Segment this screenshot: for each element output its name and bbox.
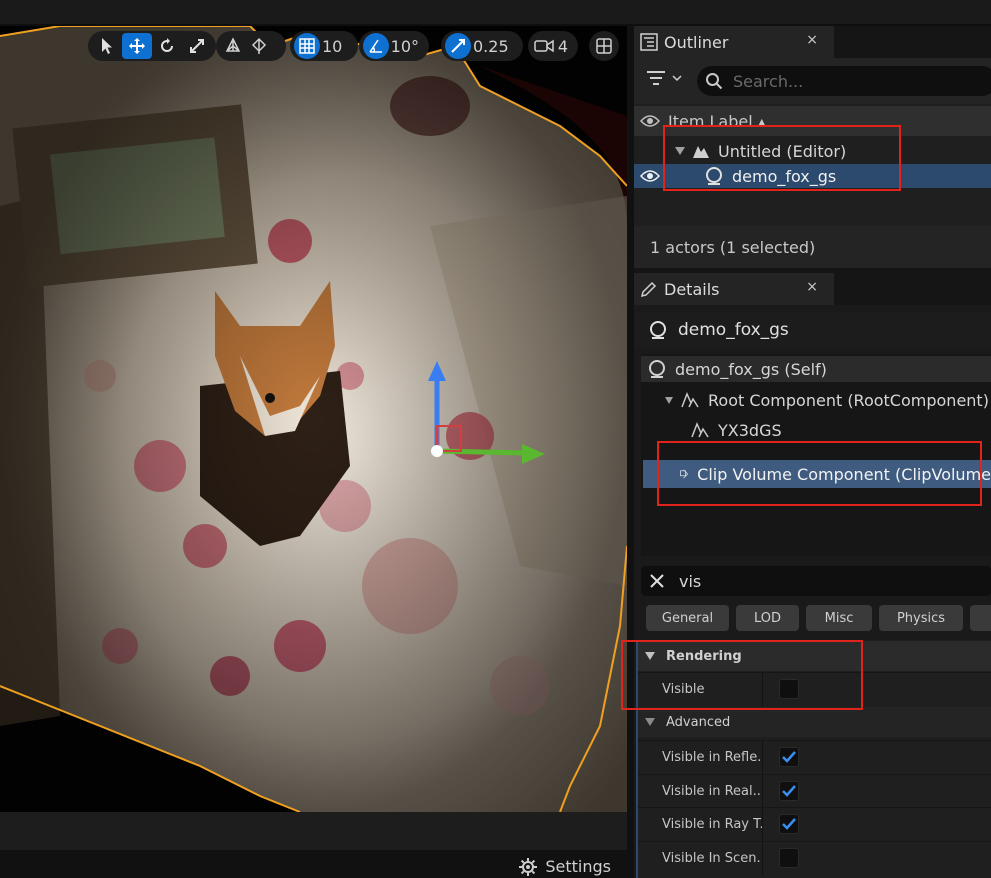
viewport-layout-button[interactable] xyxy=(589,31,619,61)
settings-label: Settings xyxy=(545,857,611,876)
property-label: Visible in Real... xyxy=(662,783,762,799)
pencil-icon xyxy=(640,281,657,298)
actor-name-field[interactable]: demo_fox_gs xyxy=(678,320,789,340)
checkmark-icon xyxy=(782,818,796,830)
property-visible-in-reflection: Visible in Refle... xyxy=(638,740,991,774)
viewport-layout-icon xyxy=(596,38,612,54)
rotation-snap-group[interactable]: 10° xyxy=(359,31,429,61)
viewport-bottom-bar xyxy=(0,812,627,850)
category-lod-button[interactable]: LOD xyxy=(736,605,799,631)
details-search-value[interactable]: vis xyxy=(679,572,701,591)
actor-icon xyxy=(650,321,666,339)
section-advanced[interactable]: Advanced xyxy=(638,707,991,737)
scale-snap-icon[interactable] xyxy=(445,33,471,59)
scale-snap-value[interactable]: 0.25 xyxy=(471,37,515,56)
outliner-tab[interactable]: Outliner × xyxy=(634,26,834,58)
world-local-icon[interactable] xyxy=(220,33,246,59)
scale-snap-group[interactable]: 0.25 xyxy=(441,31,523,61)
visible-in-realtime-checkbox[interactable] xyxy=(779,781,799,801)
property-visible-in-ray-tracing: Visible in Ray T... xyxy=(638,807,991,841)
category-general-button[interactable]: General xyxy=(646,605,729,631)
component-label: YX3dGS xyxy=(718,420,782,440)
property-label: Visible in Refle... xyxy=(662,749,762,765)
visible-in-reflection-checkbox[interactable] xyxy=(779,747,799,767)
scene-component-icon xyxy=(691,422,709,438)
grid-snap-value[interactable]: 10 xyxy=(320,37,348,56)
gaussian-splat-scene xyxy=(0,26,627,812)
component-row-self[interactable]: demo_fox_gs (Self) xyxy=(641,356,991,382)
coordinate-group xyxy=(216,31,286,61)
surface-snap-icon[interactable] xyxy=(246,33,272,59)
search-placeholder: Search... xyxy=(733,71,804,91)
checkmark-icon xyxy=(782,785,796,797)
status-bar: Settings xyxy=(0,850,627,878)
checkmark-icon xyxy=(782,751,796,763)
property-label: Visible In Scen... xyxy=(662,850,762,866)
expand-arrow-icon[interactable] xyxy=(664,395,674,405)
scale-icon[interactable] xyxy=(182,33,212,59)
chevron-down-icon xyxy=(672,75,682,82)
details-close-button[interactable]: × xyxy=(806,279,818,295)
property-visible-in-scene-capture: Visible In Scen... xyxy=(638,841,991,875)
settings-button[interactable]: Settings xyxy=(519,857,611,876)
category-misc-button[interactable]: Misc xyxy=(806,605,872,631)
top-strip xyxy=(0,0,991,26)
component-row-root[interactable]: Root Component (RootComponent) xyxy=(664,387,989,413)
visible-in-scene-capture-checkbox[interactable] xyxy=(779,848,799,868)
actor-icon xyxy=(649,360,665,378)
grid-snap-group[interactable]: 10 xyxy=(290,31,358,61)
transform-mode-group xyxy=(88,31,216,61)
translate-icon[interactable] xyxy=(122,33,152,59)
property-visible-in-realtime: Visible in Real... xyxy=(638,774,991,808)
component-row-yx3dgs[interactable]: YX3dGS xyxy=(690,417,782,443)
grid-snap-icon[interactable] xyxy=(294,33,320,59)
rotation-snap-icon[interactable] xyxy=(363,33,389,59)
outliner-status: 1 actors (1 selected) xyxy=(634,226,991,268)
rotate-icon[interactable] xyxy=(152,33,182,59)
search-icon xyxy=(706,73,723,90)
annotation-box-clip-volume xyxy=(657,441,982,506)
select-icon[interactable] xyxy=(92,33,122,59)
section-title: Advanced xyxy=(666,714,731,730)
level-viewport[interactable]: 10 10° 0.25 4 xyxy=(0,26,627,812)
collapse-arrow-icon[interactable] xyxy=(644,717,656,727)
clear-search-icon[interactable] xyxy=(649,573,665,589)
annotation-box-visible xyxy=(621,640,863,710)
details-title: Details xyxy=(664,279,720,299)
selected-actor-header: demo_fox_gs xyxy=(634,312,991,348)
filter-button[interactable] xyxy=(646,70,682,86)
outliner-search-input[interactable]: Search... xyxy=(697,66,991,96)
camera-speed-group[interactable]: 4 xyxy=(528,31,578,61)
component-label: demo_fox_gs (Self) xyxy=(675,359,827,379)
category-physics-button[interactable]: Physics xyxy=(879,605,963,631)
category-more-button[interactable] xyxy=(970,605,991,631)
component-label: Root Component (RootComponent) xyxy=(708,390,989,410)
property-label: Visible in Ray T... xyxy=(662,816,762,832)
outliner-close-button[interactable]: × xyxy=(806,32,818,48)
scene-component-icon xyxy=(681,392,699,408)
visibility-column-eye-icon[interactable] xyxy=(640,114,660,128)
visible-in-ray-tracing-checkbox[interactable] xyxy=(779,814,799,834)
camera-speed-icon[interactable] xyxy=(532,33,556,59)
outliner-title: Outliner xyxy=(664,32,729,52)
gear-icon xyxy=(519,857,538,876)
outliner-icon xyxy=(640,33,658,51)
annotation-box-outliner xyxy=(663,125,901,191)
visibility-eye-icon[interactable] xyxy=(640,169,660,183)
details-tab[interactable]: Details × xyxy=(634,273,834,305)
rotation-snap-value[interactable]: 10° xyxy=(389,37,425,56)
details-search-input[interactable]: vis xyxy=(641,566,991,596)
panel-splitter[interactable] xyxy=(627,26,634,878)
camera-speed-value[interactable]: 4 xyxy=(556,37,574,56)
filter-icon xyxy=(647,71,665,85)
